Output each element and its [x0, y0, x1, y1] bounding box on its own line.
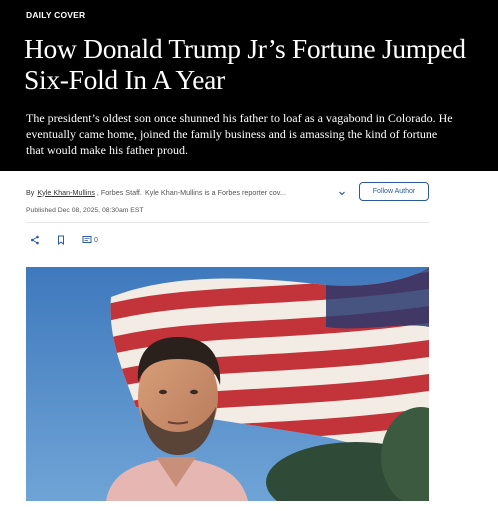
article-actions: 0: [30, 234, 108, 246]
share-icon[interactable]: [30, 235, 40, 245]
follow-author-button[interactable]: Follow Author: [359, 182, 429, 201]
author-staff-label: , Forbes Staff.: [96, 187, 142, 197]
cover-hero: DAILY COVER How Donald Trump Jr’s Fortun…: [0, 0, 498, 171]
comment-count: 0: [94, 236, 98, 244]
article-hero-image: [26, 267, 429, 501]
chevron-down-icon[interactable]: [336, 186, 348, 198]
comment-icon: [82, 236, 92, 243]
author-bio: Kyle Khan-Mullins is a Forbes reporter c…: [144, 187, 286, 197]
article-headline: How Donald Trump Jr’s Fortune Jumped Six…: [24, 33, 466, 95]
divider: [26, 222, 429, 223]
section-kicker[interactable]: DAILY COVER: [26, 10, 85, 20]
article-dek: The president’s oldest son once shunned …: [26, 111, 453, 157]
byline-prefix: By: [26, 187, 35, 197]
bookmark-icon[interactable]: [56, 235, 66, 245]
author-link[interactable]: Kyle Khan-Mullins: [37, 188, 95, 197]
comments-action[interactable]: 0: [82, 235, 98, 245]
published-timestamp: Published Dec 08, 2025, 08:30am EST: [26, 207, 144, 214]
